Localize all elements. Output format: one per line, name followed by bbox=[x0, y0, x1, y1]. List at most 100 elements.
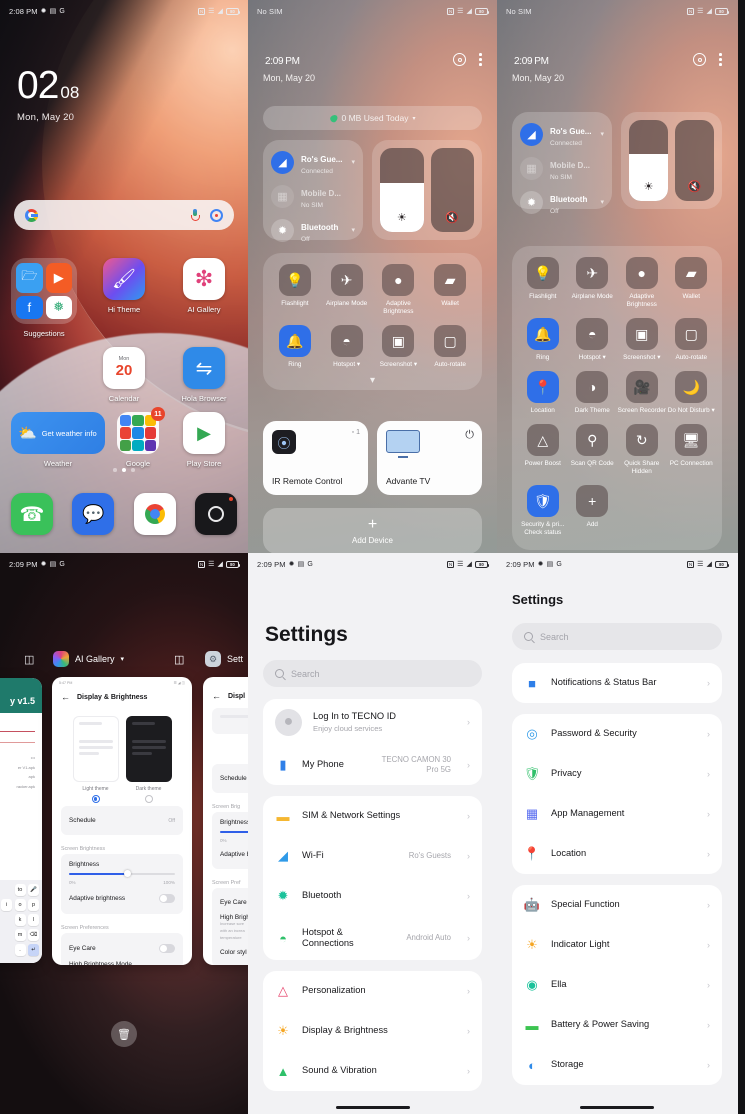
app-hi-theme[interactable]: 🖌 Hi Theme bbox=[91, 258, 157, 338]
clear-all-recents-button[interactable]: 🗑 bbox=[111, 1021, 137, 1047]
tile-auto-rotate[interactable]: ▢ Auto-rotate bbox=[424, 325, 476, 369]
recent-card-ai-gallery[interactable]: 5:47 PM ☰ ◢ ◫ ← Display & Brightness Ligh… bbox=[52, 677, 192, 965]
expand-tiles-chevron-down-icon[interactable]: ▾ bbox=[269, 376, 476, 386]
tile-flashlight[interactable]: 💡 Flashlight bbox=[518, 257, 568, 309]
theme-option-dark[interactable]: Dark theme bbox=[125, 716, 172, 803]
gear-icon[interactable] bbox=[693, 53, 707, 66]
tile-auto-rotate[interactable]: ▢ Auto-rotate bbox=[667, 318, 717, 362]
app-calendar[interactable]: Mon 20 Calendar bbox=[91, 347, 157, 403]
dark-theme-radio[interactable] bbox=[144, 795, 153, 803]
tile-add[interactable]: + Add bbox=[568, 485, 618, 537]
tile-hotspot[interactable]: ◓ Hotspot ▾ bbox=[568, 318, 618, 362]
chevron-down-icon[interactable]: ▾ bbox=[600, 130, 604, 138]
connectivity-wifi[interactable]: ◢ Ro's Gue... Connected ▾ bbox=[520, 121, 604, 147]
settings-item-battery-power-saving[interactable]: ▬ Battery & Power Saving › bbox=[512, 1005, 722, 1045]
app-ai-gallery[interactable]: ❇ AI Gallery bbox=[171, 258, 237, 338]
app-folder-google[interactable]: 11 Google bbox=[105, 407, 171, 468]
device-advante-tv[interactable]: ⏻ Advante TV bbox=[377, 421, 482, 495]
connectivity-mobile-data[interactable]: ▦ Mobile D... No SIM bbox=[520, 155, 604, 181]
google-lens-icon[interactable] bbox=[210, 208, 223, 222]
connectivity-bluetooth[interactable]: ✹ Bluetooth Off ▾ bbox=[271, 217, 355, 243]
page-dot[interactable] bbox=[131, 468, 135, 472]
recent-card-left[interactable]: y v1.5 ••• er V1.apk apk racker.apk to 🎤 iop… bbox=[0, 678, 42, 963]
page-dot-active[interactable] bbox=[121, 468, 127, 473]
tile-power-boost[interactable]: △ Power Boost bbox=[518, 424, 568, 476]
search-input[interactable]: Search bbox=[263, 660, 482, 687]
chrome-icon[interactable] bbox=[133, 493, 176, 535]
microphone-icon[interactable] bbox=[191, 209, 201, 221]
settings-item-notifications-status-bar[interactable]: ■ Notifications & Status Bar › bbox=[512, 663, 722, 703]
camera-icon[interactable] bbox=[194, 493, 237, 535]
tile-adaptive-brightness[interactable]: ● Adaptive Brightness bbox=[373, 264, 425, 316]
clock-widget[interactable]: 02 08 Mon, May 20 bbox=[17, 66, 79, 123]
app-folder-suggestions[interactable]: 🗁 ▶ f ❅ Suggestions bbox=[11, 258, 77, 338]
google-search-bar[interactable] bbox=[14, 200, 234, 230]
split-screen-icon[interactable]: ◫ bbox=[24, 653, 34, 666]
tile-security-privacy[interactable]: 🛡 Security & pri... Check status bbox=[518, 485, 568, 537]
light-theme-radio[interactable] bbox=[91, 795, 100, 803]
settings-item-sound-vibration[interactable]: ▲ Sound & Vibration › bbox=[263, 1051, 482, 1091]
tile-flashlight[interactable]: 💡 Flashlight bbox=[269, 264, 321, 316]
mini-brightness-slider[interactable] bbox=[220, 831, 248, 833]
widget-weather[interactable]: ⛅ Get weather info Weather bbox=[11, 412, 105, 468]
volume-slider[interactable]: 🔇 bbox=[675, 120, 714, 201]
settings-item-bluetooth[interactable]: ✹ Bluetooth › bbox=[263, 876, 482, 916]
tile-airplane-mode[interactable]: ✈ Airplane Mode bbox=[568, 257, 618, 309]
kebab-menu-icon[interactable] bbox=[479, 53, 482, 66]
tile-scan-qr-code[interactable]: ⚲ Scan QR Code bbox=[568, 424, 618, 476]
app-hola-browser[interactable]: ⇋ Hola Browser bbox=[171, 347, 237, 403]
settings-item-privacy[interactable]: 🛡 Privacy › bbox=[512, 754, 722, 794]
page-dot[interactable] bbox=[113, 468, 117, 472]
recent-card-settings[interactable]: ← Displ Light t Schedule Screen Brig Bri… bbox=[203, 677, 248, 965]
chevron-down-icon[interactable]: ▾ bbox=[121, 655, 125, 663]
tile-ring[interactable]: 🔔 Ring bbox=[269, 325, 321, 369]
settings-item-tecno-id[interactable]: ● Log In to TECNO ID Enjoy cloud service… bbox=[263, 699, 482, 745]
messages-icon[interactable]: 💬 bbox=[72, 493, 115, 535]
settings-item-personalization[interactable]: △ Personalization › bbox=[263, 971, 482, 1011]
tile-screen-recorder[interactable]: 🎥 Screen Recorder bbox=[617, 371, 667, 415]
power-icon[interactable]: ⏻ bbox=[465, 429, 474, 442]
connectivity-mobile-data[interactable]: ▦ Mobile D... No SIM bbox=[271, 183, 355, 209]
mini-row-schedule[interactable]: Schedule Off bbox=[61, 806, 183, 835]
tile-hotspot[interactable]: ◓ Hotspot ▾ bbox=[321, 325, 373, 369]
back-arrow-icon[interactable]: ← bbox=[212, 691, 221, 701]
mini-toggle[interactable] bbox=[159, 894, 175, 903]
mini-toggle[interactable] bbox=[159, 944, 175, 953]
gear-icon[interactable] bbox=[453, 53, 467, 66]
settings-item-app-management[interactable]: ▦ App Management › bbox=[512, 794, 722, 834]
kebab-menu-icon[interactable] bbox=[719, 53, 722, 66]
tile-screenshot[interactable]: ▣ Screenshot ▾ bbox=[373, 325, 425, 369]
settings-item-indicator-light[interactable]: ☀ Indicator Light › bbox=[512, 925, 722, 965]
tile-quick-share[interactable]: ↻ Quick Share Hidden bbox=[617, 424, 667, 476]
search-input[interactable]: Search bbox=[512, 623, 722, 650]
settings-item-location[interactable]: 📍 Location › bbox=[512, 834, 722, 874]
settings-item-sim-network[interactable]: ▬ SIM & Network Settings › bbox=[263, 796, 482, 836]
tile-screenshot[interactable]: ▣ Screenshot ▾ bbox=[617, 318, 667, 362]
chevron-down-icon[interactable]: ▾ bbox=[351, 226, 355, 234]
settings-item-wifi[interactable]: ◢ Wi-Fi Ro's Guests › bbox=[263, 836, 482, 876]
tile-airplane-mode[interactable]: ✈ Airplane Mode bbox=[321, 264, 373, 316]
tile-wallet[interactable]: ▰ Wallet bbox=[667, 257, 717, 309]
settings-item-special-function[interactable]: 🤖 Special Function › bbox=[512, 885, 722, 925]
brightness-slider[interactable]: ☀ bbox=[380, 148, 424, 232]
mini-brightness-slider[interactable] bbox=[69, 870, 175, 878]
split-screen-icon[interactable]: ◫ bbox=[174, 653, 184, 666]
settings-item-display-brightness[interactable]: ☀ Display & Brightness › bbox=[263, 1011, 482, 1051]
theme-option-light[interactable]: Light theme bbox=[72, 716, 119, 803]
tile-wallet[interactable]: ▰ Wallet bbox=[424, 264, 476, 316]
connectivity-wifi[interactable]: ◢ Ro's Gue... Connected ▾ bbox=[271, 149, 355, 175]
settings-item-hotspot[interactable]: ◓ Hotspot & Connections Android Auto › bbox=[263, 916, 482, 960]
settings-item-storage[interactable]: ◐ Storage › bbox=[512, 1045, 722, 1085]
back-arrow-icon[interactable]: ← bbox=[61, 692, 70, 702]
chevron-down-icon[interactable]: ▾ bbox=[600, 198, 604, 206]
settings-item-password-security[interactable]: ◎ Password & Security › bbox=[512, 714, 722, 754]
device-ir-remote[interactable]: ⦿ ▫ 1 IR Remote Control bbox=[263, 421, 368, 495]
settings-item-ella[interactable]: ◉ Ella › bbox=[512, 965, 722, 1005]
settings-item-my-phone[interactable]: ▮ My Phone TECNO CAMON 30 Pro 5G › bbox=[263, 745, 482, 785]
tile-location[interactable]: 📍 Location bbox=[518, 371, 568, 415]
connectivity-bluetooth[interactable]: ✹ Bluetooth Off ▾ bbox=[520, 189, 604, 215]
tile-adaptive-brightness[interactable]: ● Adaptive Brightness bbox=[617, 257, 667, 309]
chevron-down-icon[interactable]: ▾ bbox=[351, 158, 355, 166]
phone-icon[interactable]: ☎ bbox=[11, 493, 53, 535]
add-device-button[interactable]: + Add Device bbox=[263, 508, 482, 553]
